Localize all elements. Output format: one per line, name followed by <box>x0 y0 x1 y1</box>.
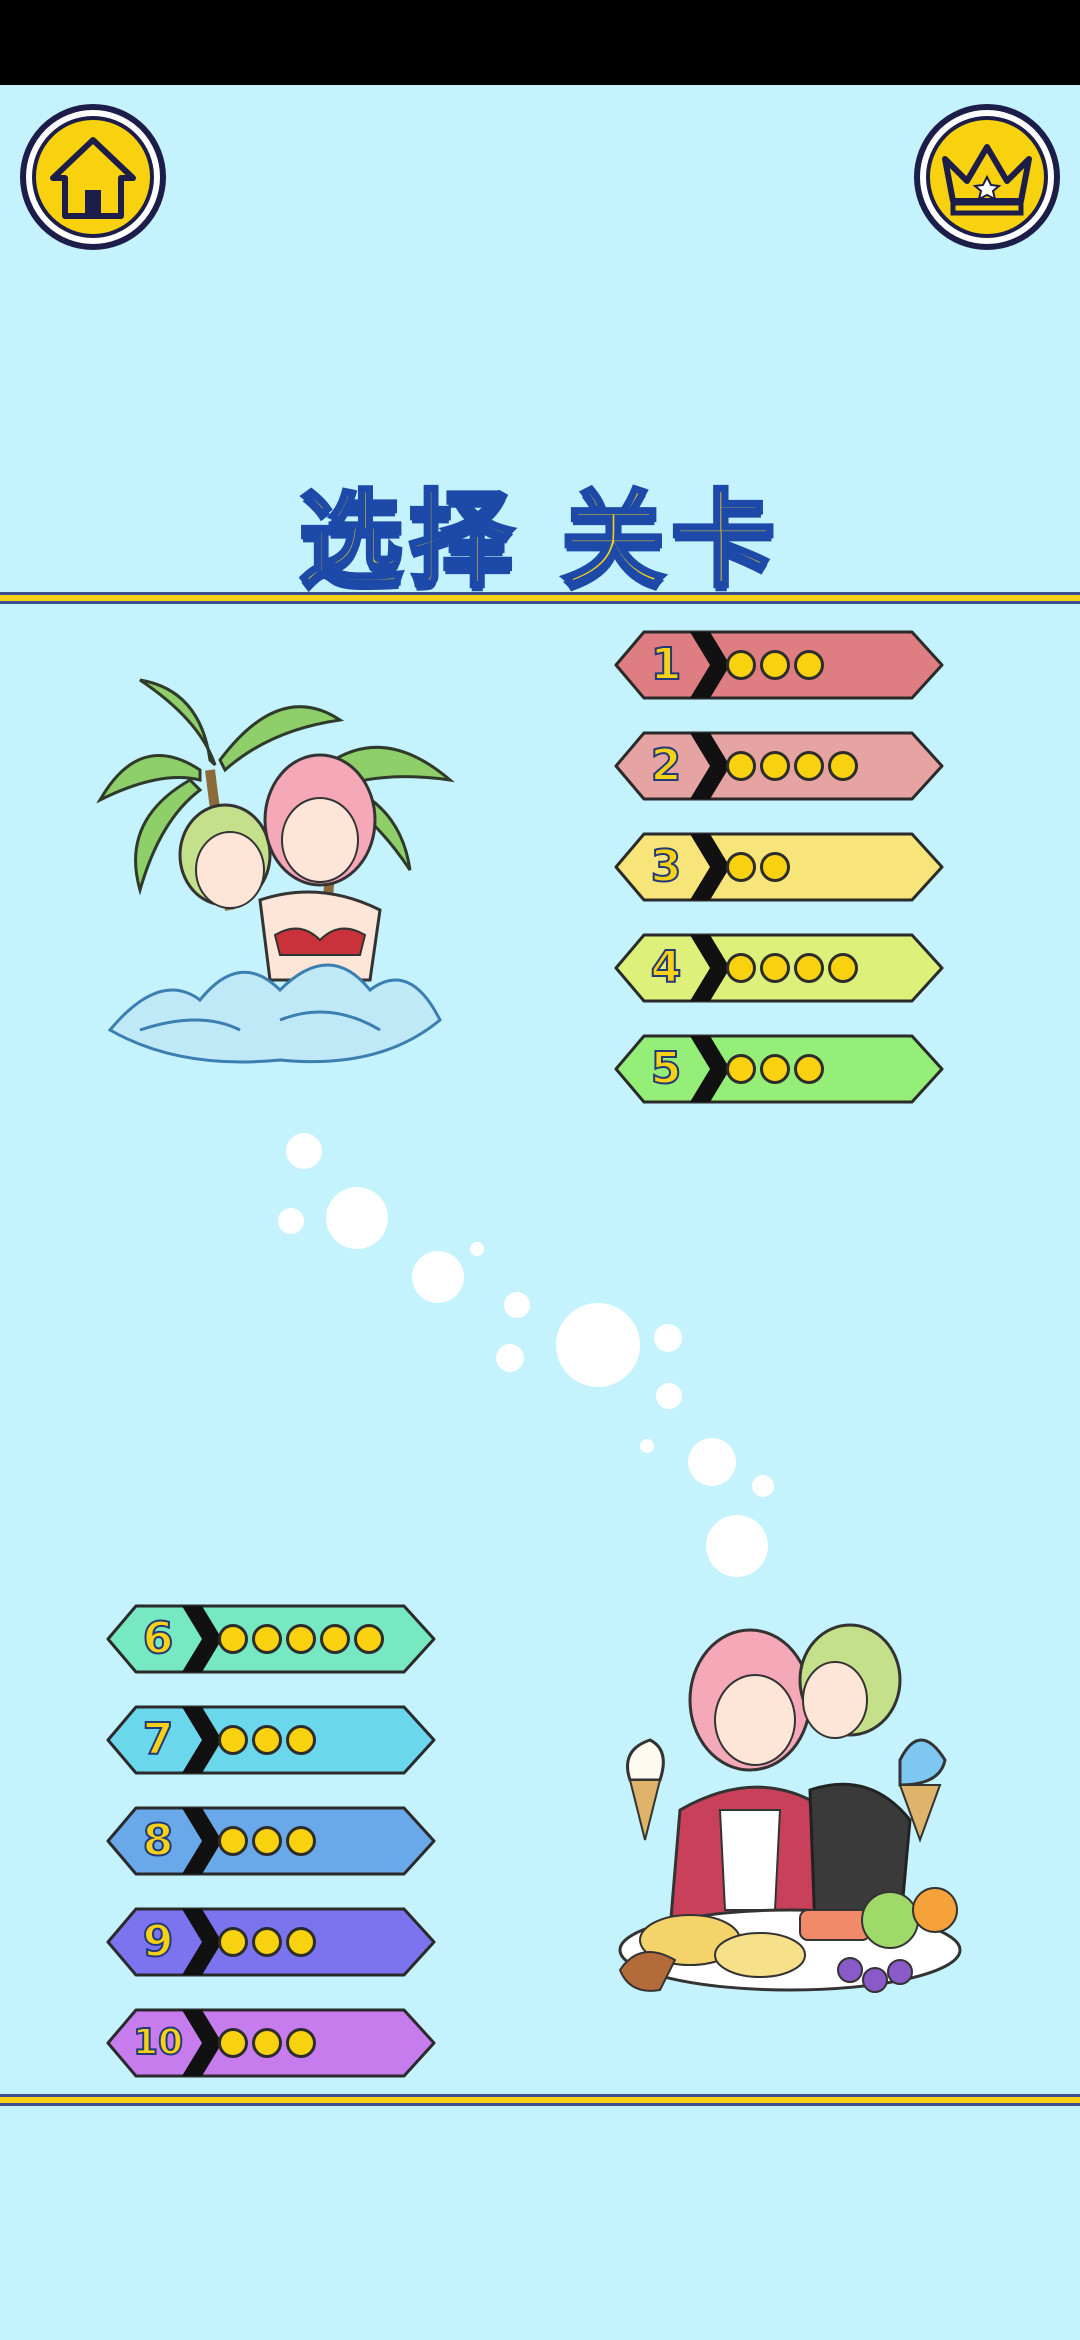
beach-couple-illustration <box>96 678 455 1064</box>
level-number: 6 <box>142 1612 175 1665</box>
page-title: 选择 关卡 <box>297 477 782 603</box>
home-button[interactable] <box>20 104 166 250</box>
progress-dot <box>794 650 824 680</box>
level-number: 7 <box>142 1713 175 1766</box>
progress-dot <box>760 852 790 882</box>
bubble <box>556 1303 640 1387</box>
bubble <box>470 1242 484 1256</box>
progress-dots <box>726 953 858 983</box>
progress-dot <box>286 1624 316 1654</box>
progress-dot <box>218 1826 248 1856</box>
progress-dot <box>218 1725 248 1755</box>
bubble <box>654 1324 682 1352</box>
top-divider <box>0 592 1080 604</box>
bubble <box>326 1187 388 1249</box>
progress-dots <box>218 1624 384 1654</box>
progress-dots <box>726 1054 824 1084</box>
bottom-divider <box>0 2094 1080 2106</box>
progress-dot <box>252 1725 282 1755</box>
level-button-5[interactable]: 5 <box>614 1034 944 1104</box>
level-number: 4 <box>650 941 683 994</box>
progress-dot <box>726 1054 756 1084</box>
progress-dots <box>726 751 858 781</box>
progress-dot <box>218 2028 248 2058</box>
level-button-6[interactable]: 6 <box>106 1604 436 1674</box>
level-number: 9 <box>142 1915 175 1968</box>
bubble <box>640 1439 654 1453</box>
progress-dot <box>726 751 756 781</box>
progress-dot <box>760 650 790 680</box>
progress-dot <box>286 1725 316 1755</box>
level-button-2[interactable]: 2 <box>614 731 944 801</box>
progress-dot <box>726 953 756 983</box>
level-button-4[interactable]: 4 <box>614 933 944 1003</box>
bubble <box>656 1383 682 1409</box>
progress-dot <box>760 751 790 781</box>
level-button-3[interactable]: 3 <box>614 832 944 902</box>
home-icon <box>50 137 136 219</box>
progress-dot <box>252 1927 282 1957</box>
bubble <box>706 1515 768 1577</box>
level-button-10[interactable]: 10 <box>106 2008 436 2078</box>
level-number: 10 <box>132 2021 184 2064</box>
bubble <box>412 1251 464 1303</box>
bubble <box>504 1292 530 1318</box>
progress-dot <box>252 1624 282 1654</box>
progress-dots <box>218 1725 316 1755</box>
progress-dots <box>218 2028 316 2058</box>
progress-dot <box>252 2028 282 2058</box>
progress-dot <box>286 2028 316 2058</box>
level-button-9[interactable]: 9 <box>106 1907 436 1977</box>
progress-dot <box>252 1826 282 1856</box>
progress-dots <box>726 852 790 882</box>
level-number: 5 <box>650 1042 683 1095</box>
progress-dot <box>218 1624 248 1654</box>
progress-dots <box>726 650 824 680</box>
crown-button[interactable] <box>914 104 1060 250</box>
bubble <box>286 1133 322 1169</box>
food-couple-illustration <box>618 1623 962 1993</box>
crown-button-face <box>926 116 1048 238</box>
progress-dots <box>218 1927 316 1957</box>
progress-dot <box>794 953 824 983</box>
progress-dot <box>286 1927 316 1957</box>
level-button-8[interactable]: 8 <box>106 1806 436 1876</box>
progress-dots <box>218 1826 316 1856</box>
level-number: 1 <box>650 638 683 691</box>
progress-dot <box>760 953 790 983</box>
level-button-1[interactable]: 1 <box>614 630 944 700</box>
bubble <box>278 1208 304 1234</box>
status-bar <box>0 0 1080 85</box>
progress-dot <box>286 1826 316 1856</box>
level-number: 3 <box>650 840 683 893</box>
progress-dot <box>320 1624 350 1654</box>
progress-dot <box>794 751 824 781</box>
level-number: 8 <box>142 1814 175 1867</box>
home-button-face <box>32 116 154 238</box>
level-number: 2 <box>650 739 683 792</box>
progress-dot <box>794 1054 824 1084</box>
progress-dot <box>726 852 756 882</box>
bubble <box>496 1344 524 1372</box>
progress-dot <box>760 1054 790 1084</box>
progress-dot <box>354 1624 384 1654</box>
bubble <box>688 1438 736 1486</box>
crown-icon <box>942 144 1032 216</box>
progress-dot <box>726 650 756 680</box>
progress-dot <box>828 953 858 983</box>
progress-dot <box>218 1927 248 1957</box>
bubble <box>752 1475 774 1497</box>
progress-dot <box>828 751 858 781</box>
level-button-7[interactable]: 7 <box>106 1705 436 1775</box>
